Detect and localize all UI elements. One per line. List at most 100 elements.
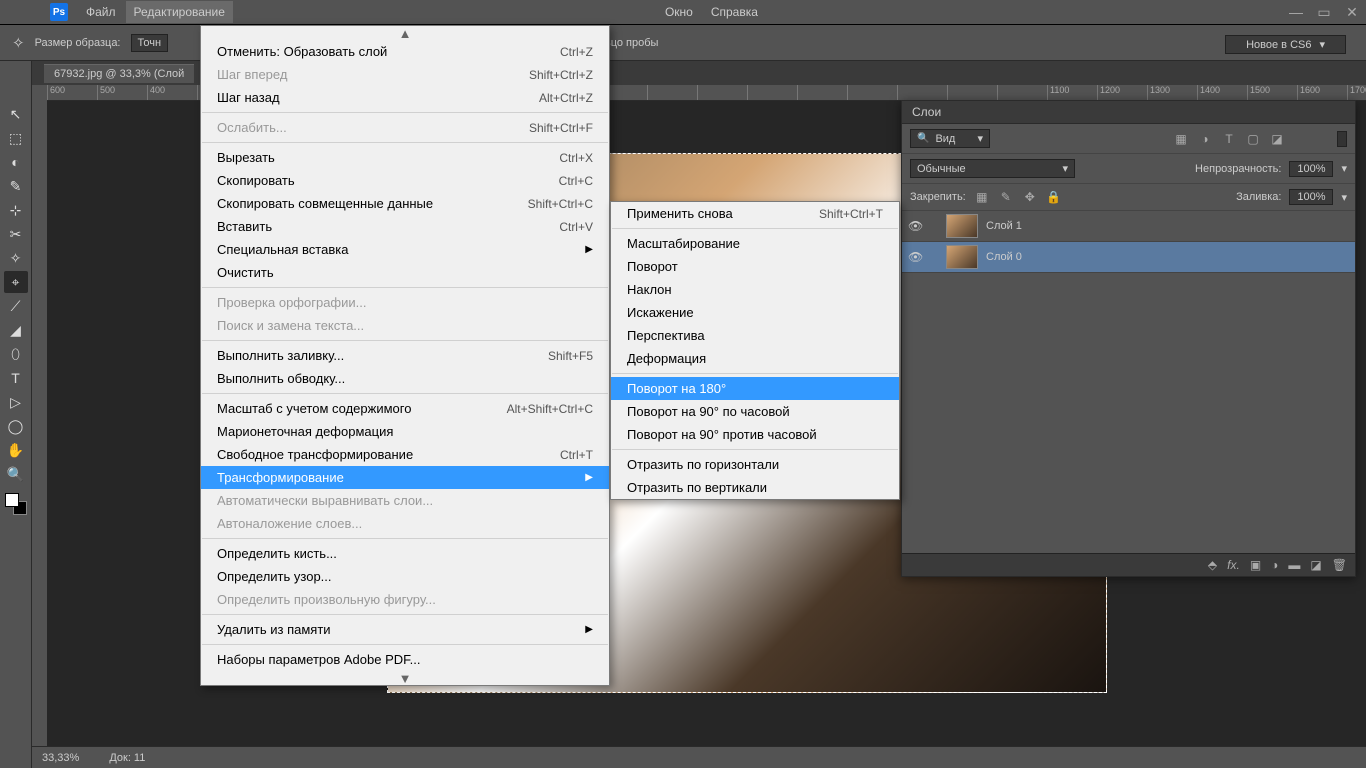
- menu-item[interactable]: Масштабирование: [611, 232, 899, 255]
- tool-6[interactable]: ✧: [4, 247, 28, 269]
- fill-label: Заливка:: [1236, 191, 1281, 203]
- menu-item: Определить произвольную фигуру...: [201, 588, 609, 611]
- maximize-icon[interactable]: ▭: [1310, 2, 1338, 22]
- submenu-arrow-icon: ▶: [585, 624, 593, 635]
- menu-item[interactable]: ВставитьCtrl+V: [201, 215, 609, 238]
- menu-item[interactable]: Удалить из памяти▶: [201, 618, 609, 641]
- submenu-arrow-icon: ▶: [585, 472, 593, 483]
- menu-item[interactable]: Перспектива: [611, 324, 899, 347]
- layer-name[interactable]: Слой 0: [986, 251, 1022, 263]
- menu-item[interactable]: Поворот: [611, 255, 899, 278]
- fx-icon[interactable]: fx.: [1227, 558, 1240, 572]
- menu-item[interactable]: Поворот на 90° против часовой: [611, 423, 899, 446]
- menu-item[interactable]: Поворот на 180°: [611, 377, 899, 400]
- fill-input[interactable]: [1289, 189, 1333, 205]
- menu-item[interactable]: Наборы параметров Adobe PDF...: [201, 648, 609, 671]
- opacity-input[interactable]: [1289, 161, 1333, 177]
- adjustment-icon[interactable]: ◑: [1271, 558, 1278, 572]
- tool-14[interactable]: ✋: [4, 439, 28, 461]
- menu-item[interactable]: Марионеточная деформация: [201, 420, 609, 443]
- menu-item: Ослабить...Shift+Ctrl+F: [201, 116, 609, 139]
- link-icon[interactable]: ⬘: [1208, 558, 1217, 572]
- filter-icons[interactable]: ▦◑T▢◪: [1173, 132, 1285, 146]
- menu-item: Проверка орфографии...: [201, 291, 609, 314]
- menu-item[interactable]: Поворот на 90° по часовой: [611, 400, 899, 423]
- tool-8[interactable]: ⟋: [4, 295, 28, 317]
- lock-icons[interactable]: ▦✎✥🔒: [974, 190, 1062, 204]
- menu-item[interactable]: Деформация: [611, 347, 899, 370]
- menu-item[interactable]: Применить сноваShift+Ctrl+T: [611, 202, 899, 225]
- layer-row[interactable]: 👁 Слой 1: [902, 211, 1355, 242]
- status-bar: 33,33% Док: 11: [32, 746, 1366, 768]
- tool-5[interactable]: ✂: [4, 223, 28, 245]
- new-layer-icon[interactable]: ◪: [1310, 558, 1321, 572]
- tool-3[interactable]: ✎: [4, 175, 28, 197]
- menu-item[interactable]: Отменить: Образовать слойCtrl+Z: [201, 40, 609, 63]
- menu-item[interactable]: Трансформирование▶: [201, 466, 609, 489]
- layer-name[interactable]: Слой 1: [986, 220, 1022, 232]
- menu-item[interactable]: Выполнить обводку...: [201, 367, 609, 390]
- menu-item[interactable]: СкопироватьCtrl+C: [201, 169, 609, 192]
- menu-item[interactable]: Определить кисть...: [201, 542, 609, 565]
- tool-7[interactable]: ⌖: [4, 271, 28, 293]
- tool-0[interactable]: ↖: [4, 103, 28, 125]
- fill-flyout-icon[interactable]: ▾: [1341, 191, 1347, 204]
- menu-item[interactable]: Определить узор...: [201, 565, 609, 588]
- menu-item: Шаг впередShift+Ctrl+Z: [201, 63, 609, 86]
- tool-2[interactable]: ◐: [4, 151, 28, 173]
- mask-icon[interactable]: ▣: [1250, 558, 1261, 572]
- close-icon[interactable]: ✕: [1338, 2, 1366, 22]
- layers-panel-footer: ⬘ fx. ▣ ◑ ▬ ◪ 🗑: [902, 553, 1355, 576]
- menu-item[interactable]: Наклон: [611, 278, 899, 301]
- menu-item[interactable]: Отразить по вертикали: [611, 476, 899, 499]
- zoom-display[interactable]: 33,33%: [42, 752, 79, 764]
- menu-item[interactable]: Выполнить заливку...Shift+F5: [201, 344, 609, 367]
- layers-panel: Слои 🔍Вид▾ ▦◑T▢◪ Обычные▾ Непрозрачность…: [901, 100, 1356, 577]
- document-tab[interactable]: 67932.jpg @ 33,3% (Слой: [44, 64, 194, 83]
- vertical-ruler: [32, 101, 47, 746]
- menu-item[interactable]: Масштаб с учетом содержимогоAlt+Shift+Ct…: [201, 397, 609, 420]
- visibility-icon[interactable]: 👁: [908, 250, 922, 264]
- menu-item[interactable]: Искажение: [611, 301, 899, 324]
- whats-new-dropdown[interactable]: Новое в CS6▾: [1225, 35, 1346, 54]
- tool-10[interactable]: ⬯: [4, 343, 28, 365]
- sample-size-dropdown[interactable]: Точн: [131, 34, 169, 52]
- menu-item[interactable]: Скопировать совмещенные данныеShift+Ctrl…: [201, 192, 609, 215]
- layer-thumbnail: [946, 214, 978, 238]
- menu-edit[interactable]: Редактирование: [126, 1, 233, 23]
- menu-file[interactable]: Файл: [78, 1, 124, 23]
- menu-item[interactable]: Отразить по горизонтали: [611, 453, 899, 476]
- tool-9[interactable]: ◢: [4, 319, 28, 341]
- visibility-icon[interactable]: 👁: [908, 219, 922, 233]
- ps-logo-icon: Ps: [50, 3, 68, 21]
- menu-item[interactable]: ВырезатьCtrl+X: [201, 146, 609, 169]
- tool-15[interactable]: 🔍: [4, 463, 28, 485]
- tool-12[interactable]: ▷: [4, 391, 28, 413]
- blend-mode-dropdown[interactable]: Обычные▾: [910, 159, 1075, 178]
- menu-window[interactable]: Окно: [657, 1, 701, 23]
- filter-toggle[interactable]: [1337, 131, 1347, 147]
- group-icon[interactable]: ▬: [1288, 558, 1300, 572]
- menu-item[interactable]: Шаг назадAlt+Ctrl+Z: [201, 86, 609, 109]
- tool-1[interactable]: ⬚: [4, 127, 28, 149]
- tool-4[interactable]: ⊹: [4, 199, 28, 221]
- layer-filter-dropdown[interactable]: 🔍Вид▾: [910, 129, 990, 148]
- lock-label: Закрепить:: [910, 191, 966, 203]
- opacity-flyout-icon[interactable]: ▾: [1341, 162, 1347, 175]
- opacity-label: Непрозрачность:: [1195, 163, 1281, 175]
- menu-help[interactable]: Справка: [703, 1, 766, 23]
- menu-item[interactable]: Свободное трансформированиеCtrl+T: [201, 443, 609, 466]
- color-swatches[interactable]: [5, 493, 27, 515]
- menu-item[interactable]: Специальная вставка▶: [201, 238, 609, 261]
- minimize-icon[interactable]: —: [1282, 2, 1310, 22]
- menu-item: Автоналожение слоев...: [201, 512, 609, 535]
- tool-11[interactable]: T: [4, 367, 28, 389]
- menu-item[interactable]: Очистить: [201, 261, 609, 284]
- tool-13[interactable]: ◯: [4, 415, 28, 437]
- trash-icon[interactable]: 🗑: [1332, 558, 1347, 572]
- scroll-arrow-icon[interactable]: ▲: [201, 26, 609, 40]
- layer-row[interactable]: 👁 Слой 0: [902, 242, 1355, 273]
- scroll-arrow-icon[interactable]: ▼: [201, 671, 609, 685]
- layer-list: 👁 Слой 1 👁 Слой 0: [902, 211, 1355, 273]
- layers-tab[interactable]: Слои: [902, 101, 1355, 124]
